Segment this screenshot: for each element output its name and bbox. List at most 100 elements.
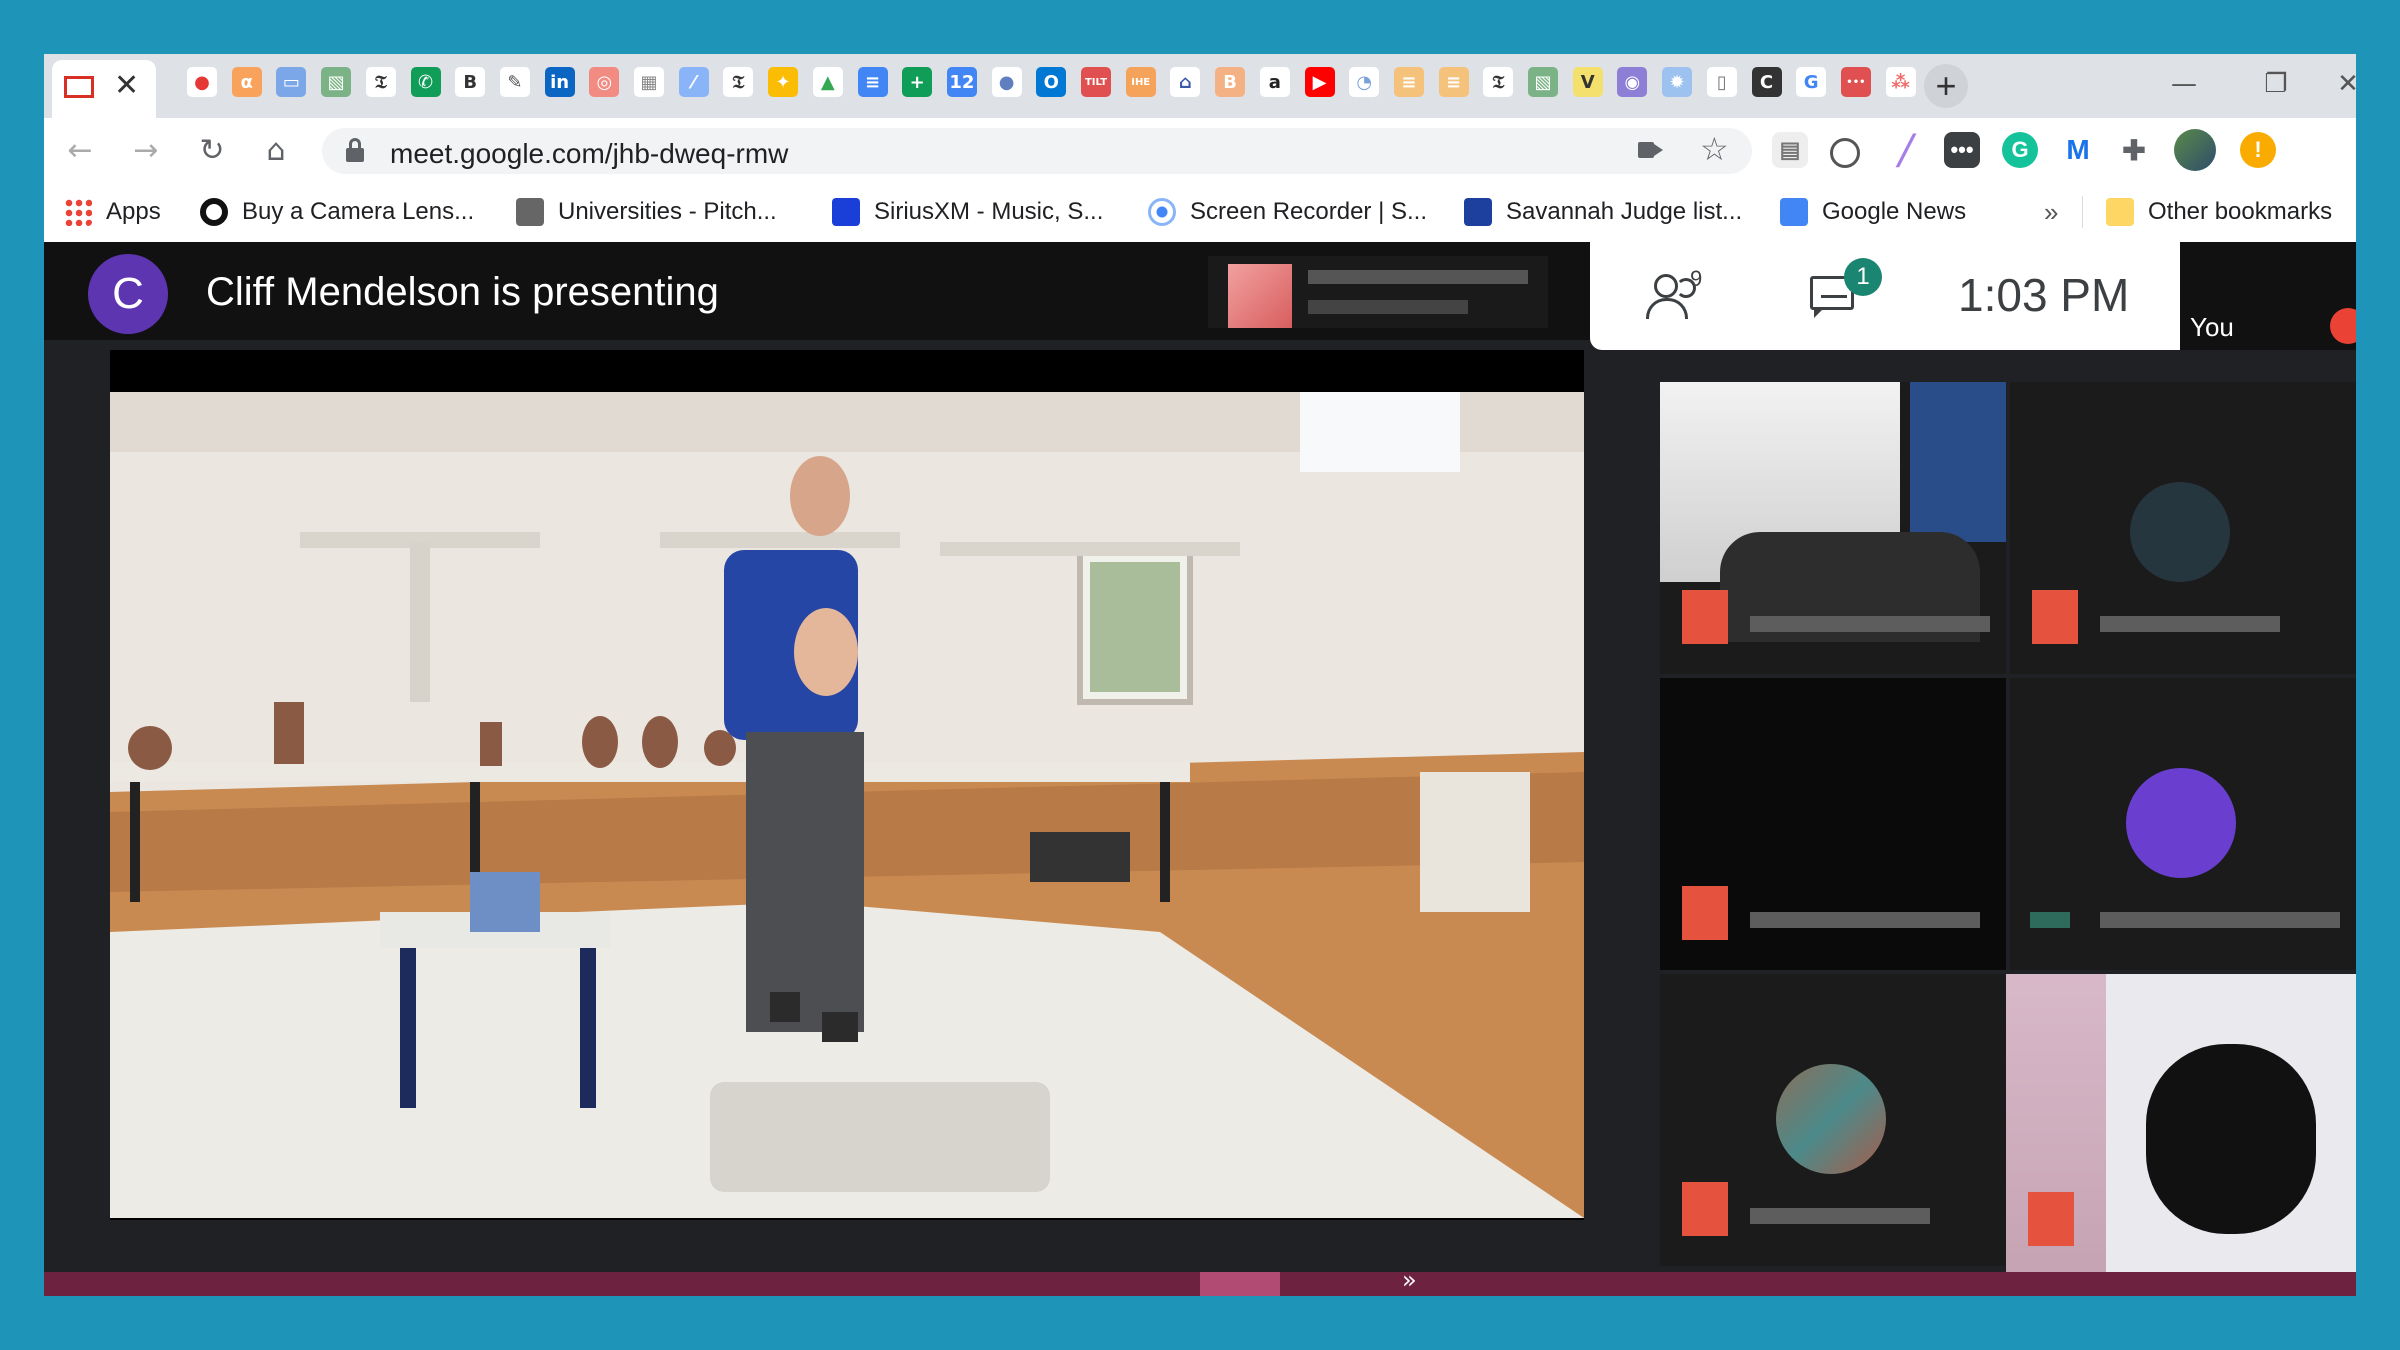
news-icon bbox=[1780, 198, 1808, 226]
circle-icon: ◉ bbox=[1617, 67, 1648, 97]
drive-icon: ▲ bbox=[812, 67, 843, 97]
tab[interactable]: ✦ bbox=[763, 62, 803, 102]
bookmark-universities[interactable]: Universities - Pitch... bbox=[516, 194, 777, 230]
recorder-icon bbox=[1148, 198, 1176, 226]
clock-text: 1:03 PM bbox=[1958, 269, 2130, 321]
judge-icon bbox=[1464, 198, 1492, 226]
meet-page: C Cliff Mendelson is presenting 9 1 1:03… bbox=[44, 242, 2356, 1296]
restore-icon[interactable]: ❐ bbox=[2246, 64, 2306, 104]
tab[interactable]: ✹ bbox=[1657, 62, 1697, 102]
tab[interactable]: ⌂ bbox=[1165, 62, 1205, 102]
tab[interactable]: ⁄ bbox=[674, 62, 714, 102]
m-ext-icon[interactable]: M bbox=[2060, 132, 2096, 168]
bookmark-star-icon[interactable]: ☆ bbox=[1700, 130, 1729, 168]
calendar-icon: 12 bbox=[946, 67, 977, 97]
bookmark-camera-lens[interactable]: Buy a Camera Lens... bbox=[200, 194, 474, 230]
linkedin-icon: in bbox=[544, 67, 575, 97]
participant-tile[interactable] bbox=[1660, 974, 2006, 1266]
tab[interactable]: 𝔗 bbox=[1478, 62, 1518, 102]
presentation-video[interactable] bbox=[110, 392, 1584, 1218]
tab[interactable]: ● bbox=[182, 62, 222, 102]
camera-icon[interactable] bbox=[1638, 140, 1663, 160]
reload-icon[interactable]: ↻ bbox=[190, 128, 234, 172]
participant-tile[interactable] bbox=[2010, 382, 2356, 674]
update-alert-icon[interactable]: ! bbox=[2240, 132, 2276, 168]
tab[interactable]: ≡ bbox=[853, 62, 893, 102]
participant-tile[interactable] bbox=[1660, 382, 2006, 674]
tab[interactable]: G bbox=[1791, 62, 1831, 102]
mic-muted-icon bbox=[1682, 1182, 1728, 1236]
tab[interactable]: ◉ bbox=[1612, 62, 1652, 102]
expand-controls-icon[interactable]: » bbox=[1402, 1266, 1417, 1294]
participant-tile[interactable] bbox=[2010, 678, 2356, 970]
participant-name-blur bbox=[1750, 616, 1990, 632]
grammarly-icon[interactable]: G bbox=[2002, 132, 2038, 168]
close-window-icon[interactable]: ✕ bbox=[2337, 64, 2356, 104]
home-icon[interactable]: ⌂ bbox=[254, 128, 298, 172]
more-bookmarks-button[interactable]: » bbox=[2044, 194, 2058, 230]
circle-ext-icon[interactable] bbox=[1830, 138, 1860, 168]
tab[interactable]: ▲ bbox=[808, 62, 848, 102]
tab[interactable]: 12 bbox=[942, 62, 982, 102]
search-tab-icon: ◔ bbox=[1349, 67, 1380, 97]
bookmark-savannah-judge[interactable]: Savannah Judge list... bbox=[1464, 194, 1742, 230]
mic-muted-icon bbox=[2032, 590, 2078, 644]
bookmark-other[interactable]: Other bookmarks bbox=[2106, 194, 2332, 230]
tab[interactable]: B bbox=[1210, 62, 1250, 102]
back-icon[interactable]: ← bbox=[58, 128, 102, 172]
tab[interactable]: ▯ bbox=[1702, 62, 1742, 102]
tab[interactable]: O bbox=[1031, 62, 1071, 102]
url-text: meet.google.com/jhb-dweq-rmw bbox=[390, 138, 789, 169]
tab[interactable]: ◎ bbox=[584, 62, 624, 102]
tab[interactable]: 𝔗 bbox=[718, 62, 758, 102]
close-tab-icon[interactable]: ✕ bbox=[114, 68, 139, 103]
address-bar[interactable]: meet.google.com/jhb-dweq-rmw ☆ bbox=[322, 128, 1752, 174]
profile-avatar[interactable] bbox=[2174, 129, 2216, 171]
tab[interactable]: in bbox=[540, 62, 580, 102]
tab[interactable]: ••• bbox=[1836, 62, 1876, 102]
bookmark-google-news[interactable]: Google News bbox=[1780, 194, 1966, 230]
amazon-icon: a bbox=[1259, 67, 1290, 97]
people-icon[interactable]: 9 bbox=[1646, 266, 1710, 322]
forward-icon[interactable]: → bbox=[124, 128, 168, 172]
dots-ext-icon[interactable]: ••• bbox=[1944, 132, 1980, 168]
tab[interactable]: IHE bbox=[1121, 62, 1161, 102]
bookmark-siriusxm[interactable]: SiriusXM - Music, S... bbox=[832, 194, 1103, 230]
extensions-icon[interactable]: ✚ bbox=[2116, 132, 2152, 168]
tab[interactable]: TILT bbox=[1076, 62, 1116, 102]
tab[interactable]: V bbox=[1568, 62, 1608, 102]
tab[interactable]: ● bbox=[987, 62, 1027, 102]
new-tab-button[interactable]: + bbox=[1924, 64, 1968, 108]
participant-tile[interactable] bbox=[1660, 678, 2006, 970]
tab[interactable]: ✎ bbox=[495, 62, 535, 102]
bookmark-apps[interactable]: Apps bbox=[64, 194, 161, 230]
minimize-icon[interactable]: — bbox=[2154, 64, 2214, 104]
presenter-thumbnail[interactable] bbox=[1208, 256, 1548, 328]
tab[interactable]: 𝔗 bbox=[361, 62, 401, 102]
bookmark-screen-recorder[interactable]: Screen Recorder | S... bbox=[1148, 194, 1427, 230]
tab[interactable]: ✆ bbox=[406, 62, 446, 102]
tab[interactable]: B bbox=[450, 62, 490, 102]
tab[interactable]: ▶ bbox=[1300, 62, 1340, 102]
tab[interactable]: ≡ bbox=[1434, 62, 1474, 102]
lock-icon bbox=[346, 138, 364, 162]
tab[interactable]: ◔ bbox=[1344, 62, 1384, 102]
tab[interactable]: ▧ bbox=[1523, 62, 1563, 102]
pen-ext-icon[interactable]: ╱ bbox=[1888, 132, 1924, 168]
active-tab[interactable]: ✕ bbox=[52, 60, 156, 118]
bookmark-label: Google News bbox=[1822, 198, 1967, 225]
participant-tile[interactable] bbox=[2006, 974, 2356, 1276]
self-view[interactable]: You bbox=[2180, 242, 2356, 350]
tab[interactable]: ▭ bbox=[271, 62, 311, 102]
tab[interactable]: ▧ bbox=[316, 62, 356, 102]
alpha-icon: α bbox=[231, 67, 262, 97]
tab[interactable]: + bbox=[897, 62, 937, 102]
tab[interactable]: ⁂ bbox=[1881, 62, 1921, 102]
tab[interactable]: a bbox=[1255, 62, 1295, 102]
clipboard-ext-icon[interactable]: ▤ bbox=[1772, 132, 1808, 168]
tab[interactable]: α bbox=[227, 62, 267, 102]
tab[interactable]: C bbox=[1747, 62, 1787, 102]
tab[interactable]: ≡ bbox=[1389, 62, 1429, 102]
tab[interactable]: ▦ bbox=[629, 62, 669, 102]
grid-icon: ▦ bbox=[634, 67, 664, 97]
